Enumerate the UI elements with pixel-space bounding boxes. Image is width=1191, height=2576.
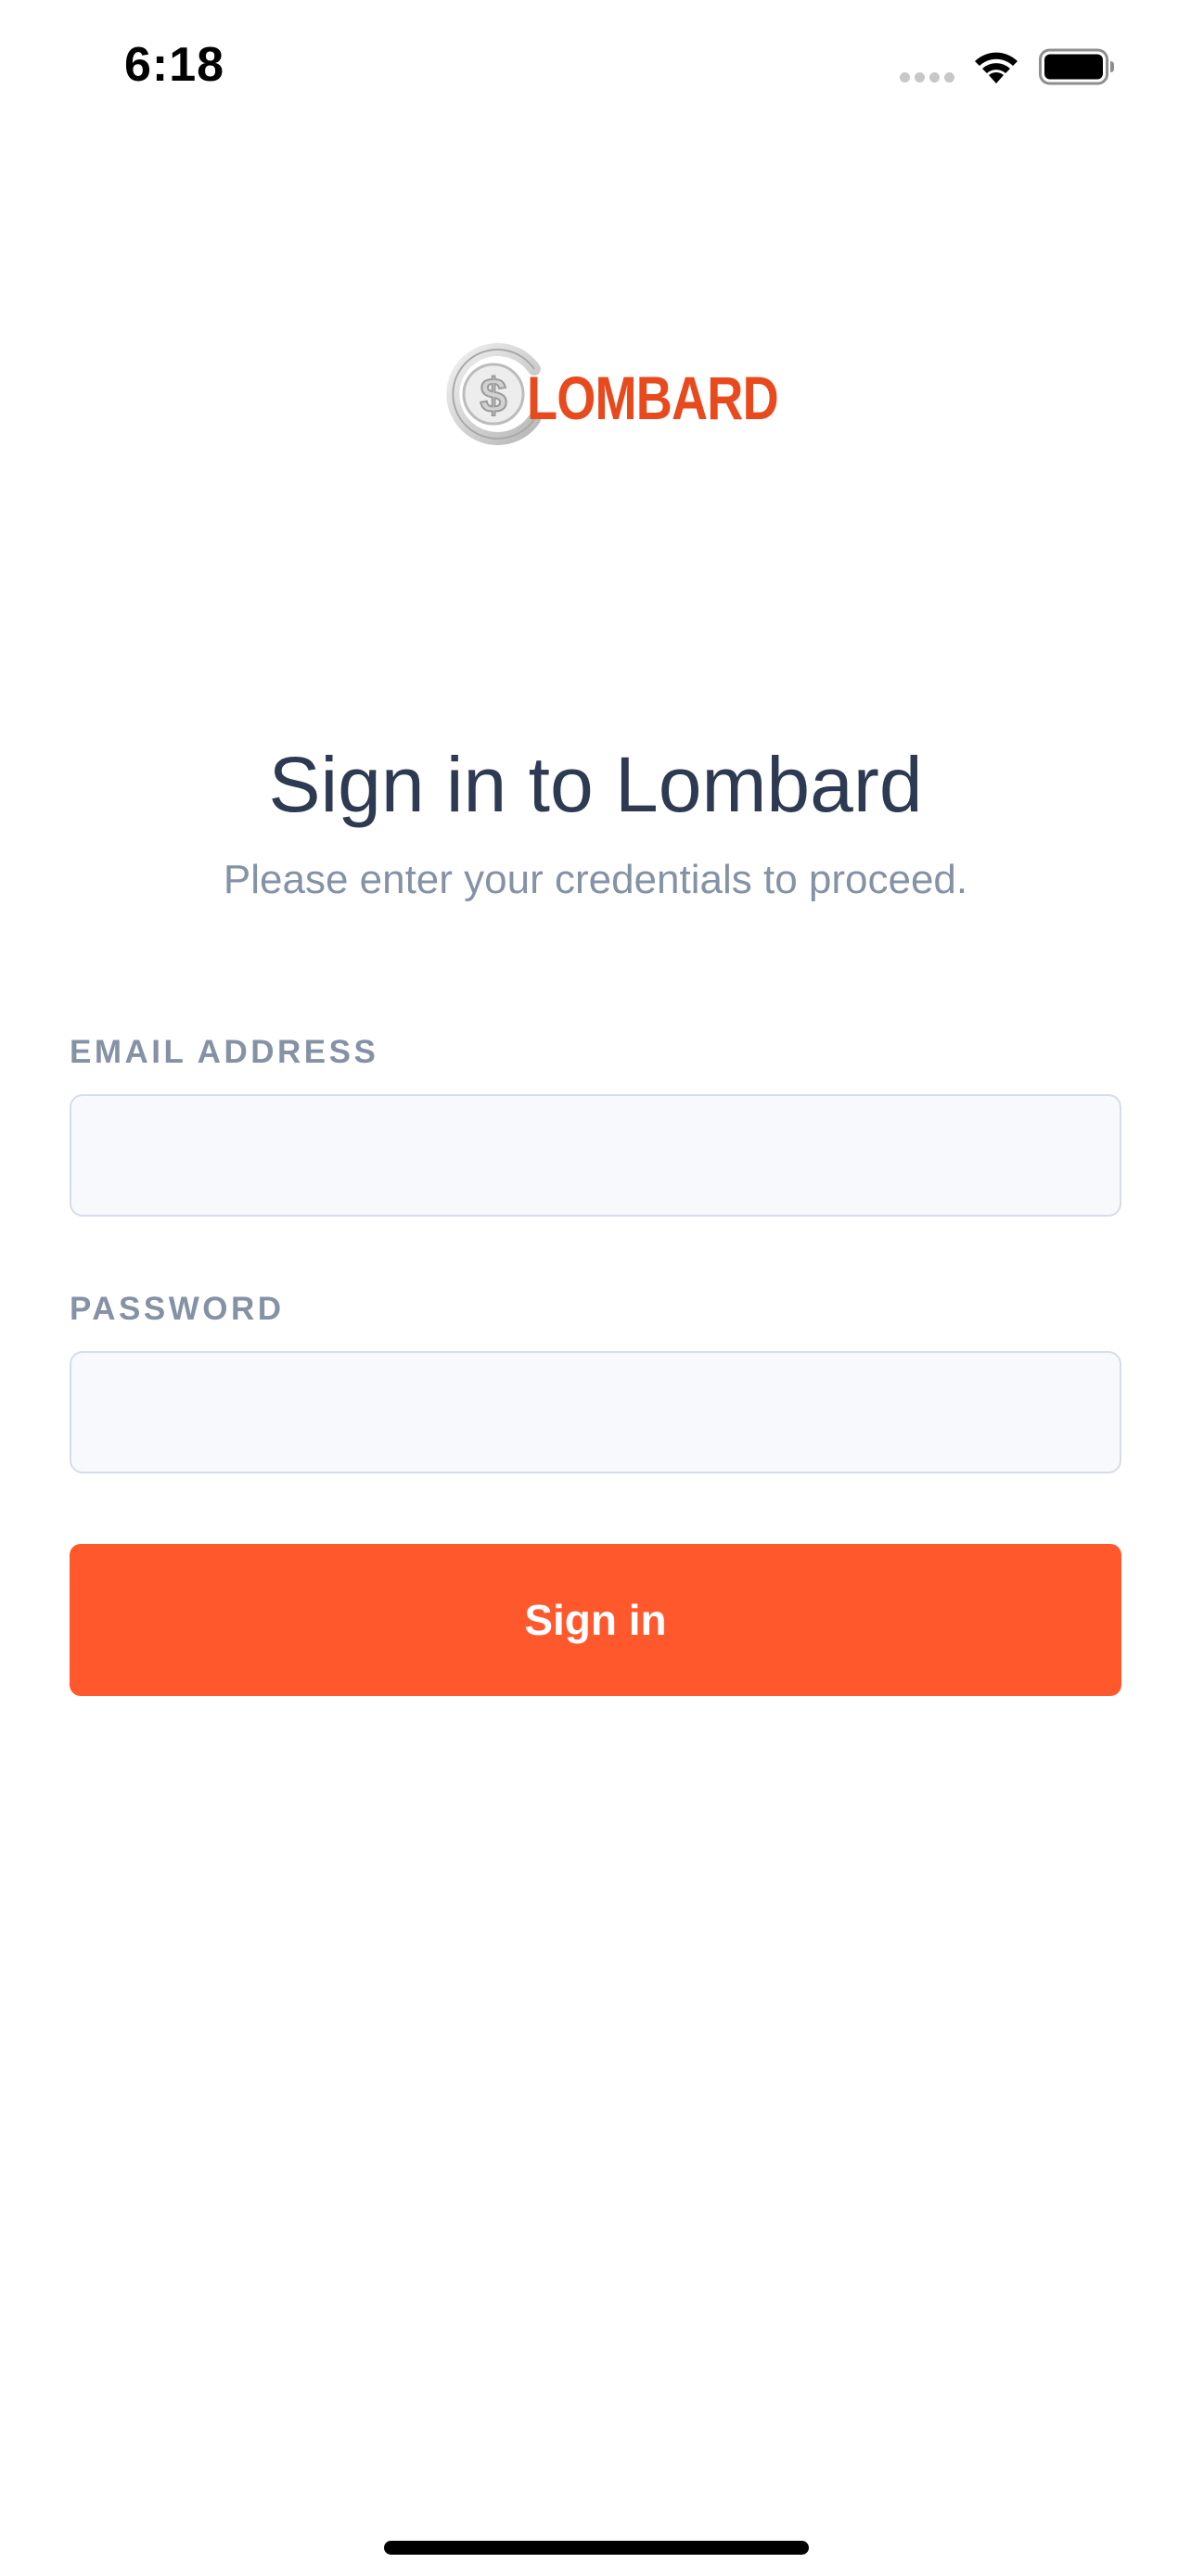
password-label: PASSWORD: [70, 1291, 285, 1327]
wifi-icon: [975, 52, 1018, 83]
logo-wordmark: LOMBARD: [527, 363, 779, 432]
page-title: Sign in to Lombard: [268, 741, 923, 828]
password-field[interactable]: [70, 1351, 1121, 1473]
svg-text:$: $: [480, 369, 507, 423]
page-subtitle: Please enter your credentials to proceed…: [223, 857, 968, 902]
battery-icon: [1039, 48, 1114, 85]
email-label: EMAIL ADDRESS: [70, 1034, 379, 1070]
app-logo: $ LOMBARD: [445, 339, 779, 449]
cellular-signal-icon: [900, 72, 955, 85]
sign-in-button[interactable]: Sign in: [70, 1544, 1121, 1696]
status-bar: 6:18: [0, 0, 1191, 139]
status-time: 6:18: [124, 38, 225, 92]
email-field[interactable]: [70, 1094, 1121, 1217]
home-indicator[interactable]: [384, 2541, 809, 2555]
